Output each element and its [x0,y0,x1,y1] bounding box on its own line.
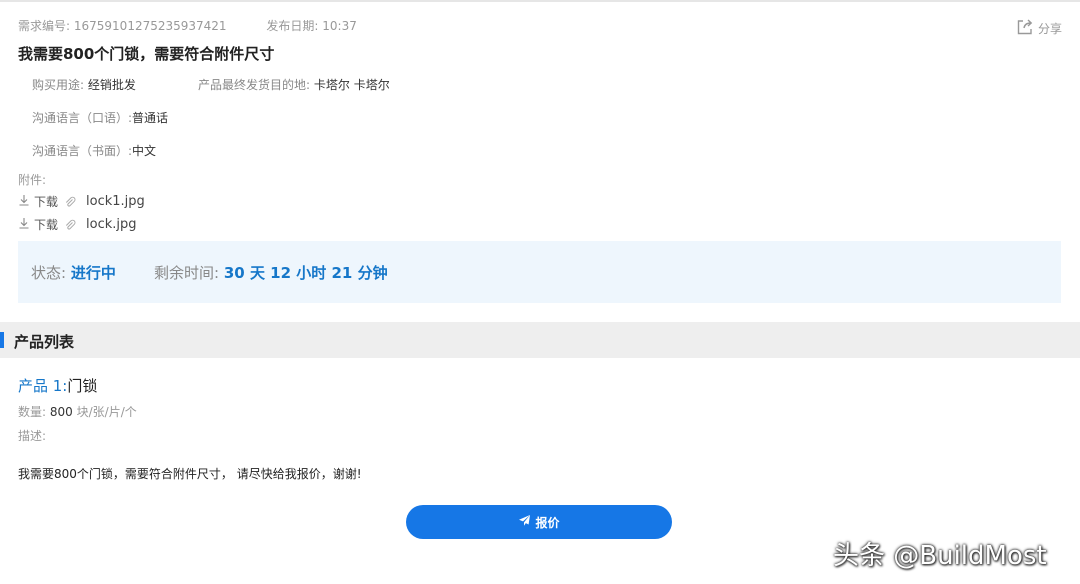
publish-date-value: 10:37 [322,19,357,33]
paperclip-icon [64,196,76,208]
quote-button-label: 报价 [535,515,560,530]
remaining-time-value: 30 天 12 小时 21 分钟 [223,264,388,282]
info-row-purpose: 购买用途: 经销批发 产品最终发货目的地: 卡塔尔 卡塔尔 [32,76,390,93]
download-link[interactable]: 下载 [18,216,58,233]
remaining-time: 剩余时间: 30 天 12 小时 21 分钟 [154,262,388,283]
section-accent-bar [0,332,4,348]
spoken-language-value: 普通话 [132,111,169,125]
download-icon [18,194,30,209]
written-language-value: 中文 [132,144,157,158]
description-label: 描述: [18,429,47,443]
publish-date-label: 发布日期: [266,19,319,33]
quantity-value: 800 [49,405,73,419]
status-value: 进行中 [70,264,116,282]
destination-label: 产品最终发货目的地: [198,78,311,92]
share-icon [1016,18,1034,39]
share-label: 分享 [1037,22,1062,36]
product-list-title: 产品列表 [14,333,75,351]
attachment-filename[interactable]: lock1.jpg [86,194,145,209]
watermark: 头条 @BuildMost [833,541,1047,571]
description-text: 我需要800个门锁，需要符合附件尺寸， 请尽快给我报价，谢谢! [18,467,362,481]
written-language-label: 沟通语言（书面）: [32,144,133,158]
product-name-value: 门锁 [67,377,98,395]
destination-value: 卡塔尔 卡塔尔 [313,78,390,92]
share-button[interactable]: 分享 [1016,18,1062,39]
download-icon [18,217,30,232]
product-name: 产品 1:门锁 [18,375,97,396]
paperclip-icon [64,219,76,231]
quantity-label: 数量: [18,405,47,419]
product-quantity: 数量: 800 块/张/片/个 [18,403,137,420]
purpose-label: 购买用途: [32,78,85,92]
download-label: 下载 [34,218,59,232]
download-link[interactable]: 下载 [18,193,58,210]
quantity-unit: 块/张/片/个 [76,405,137,419]
request-number-value: 16759101275235937421 [73,19,227,33]
purpose-value: 经销批发 [87,78,136,92]
request-meta: 需求编号: 16759101275235937421 发布日期: 10:37 [18,17,357,34]
status: 状态: 进行中 [31,262,116,283]
request-number: 需求编号: 16759101275235937421 [18,17,227,34]
info-row-spoken-language: 沟通语言（口语）:普通话 [32,109,168,126]
quote-button[interactable]: 报价 [406,505,672,539]
info-row-written-language: 沟通语言（书面）:中文 [32,142,156,159]
attachments-label: 附件: [18,173,47,187]
product-list-header: 产品列表 [0,322,1080,358]
attachment-row: 下载 lock.jpg [18,216,137,233]
paper-plane-icon [518,514,531,530]
product-number-label: 产品 1: [18,377,68,395]
publish-date: 发布日期: 10:37 [266,17,356,34]
download-label: 下载 [34,195,59,209]
top-border [0,0,1080,2]
destination: 产品最终发货目的地: 卡塔尔 卡塔尔 [198,76,390,93]
page-title: 我需要800个门锁，需要符合附件尺寸 [18,45,275,63]
status-label: 状态: [31,264,67,282]
request-number-label: 需求编号: [18,19,71,33]
spoken-language-label: 沟通语言（口语）: [32,111,133,125]
attachment-row: 下载 lock1.jpg [18,193,145,210]
remaining-time-label: 剩余时间: [154,264,220,282]
attachment-filename[interactable]: lock.jpg [86,217,137,232]
status-panel: 状态: 进行中 剩余时间: 30 天 12 小时 21 分钟 [18,241,1061,303]
